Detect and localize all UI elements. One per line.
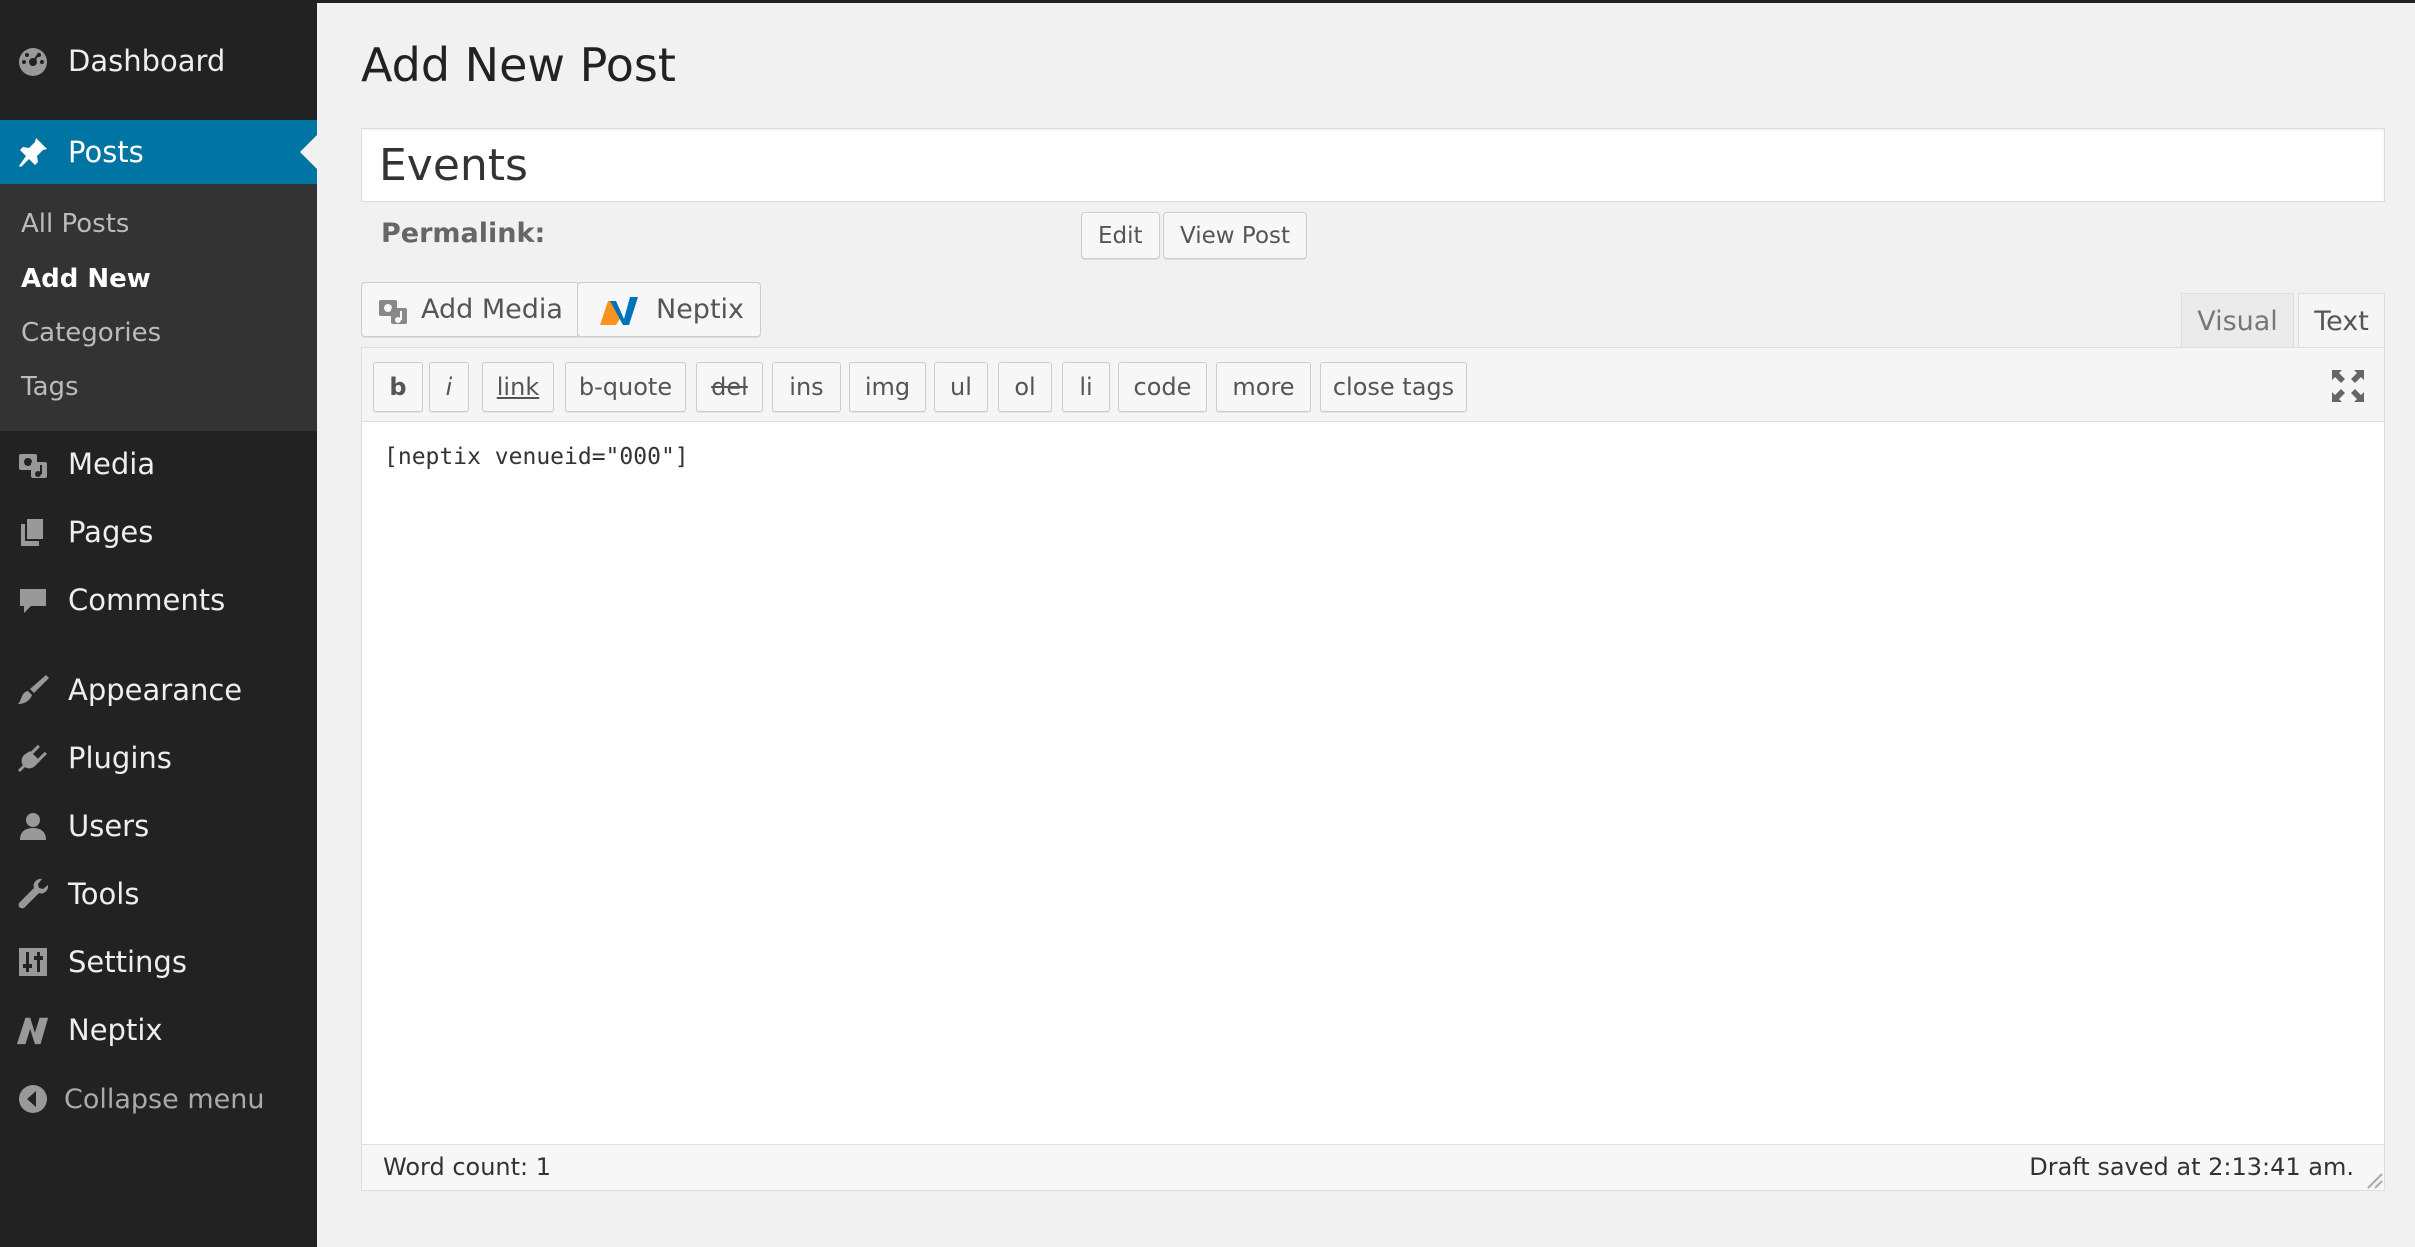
collapse-menu-label: Collapse menu	[64, 1083, 265, 1115]
comment-icon	[16, 583, 50, 617]
submenu-item-tags[interactable]: Tags	[21, 372, 79, 402]
sidebar-item-neptix[interactable]: Neptix	[0, 1000, 317, 1060]
submenu-item-add-new[interactable]: Add New	[21, 264, 151, 294]
post-title-input[interactable]	[361, 128, 2385, 202]
submenu-item-all-posts[interactable]: All Posts	[21, 209, 129, 239]
neptix-logo-icon	[16, 1013, 50, 1047]
sidebar-item-users[interactable]: Users	[0, 796, 317, 856]
sidebar-item-label: Comments	[68, 583, 226, 617]
qt-ol-button[interactable]: ol	[998, 362, 1052, 412]
sidebar-item-settings[interactable]: Settings	[0, 932, 317, 992]
sidebar-item-posts[interactable]: Posts	[0, 120, 317, 184]
resize-handle-icon[interactable]	[2362, 1168, 2384, 1190]
add-media-button[interactable]: Add Media	[361, 282, 580, 337]
qt-li-button[interactable]: li	[1062, 362, 1110, 412]
media-icon	[376, 293, 410, 327]
permalink-label: Permalink:	[381, 218, 546, 249]
paintbrush-icon	[16, 673, 50, 707]
view-post-button[interactable]: View Post	[1163, 212, 1308, 259]
submenu-item-categories[interactable]: Categories	[21, 318, 161, 348]
sidebar-item-comments[interactable]: Comments	[0, 570, 317, 630]
collapse-menu-button[interactable]: Collapse menu	[0, 1071, 317, 1127]
sidebar-item-label: Pages	[68, 515, 154, 549]
pin-icon	[16, 135, 50, 169]
plug-icon	[16, 741, 50, 775]
sidebar-item-plugins[interactable]: Plugins	[0, 728, 317, 788]
sidebar-item-label: Neptix	[68, 1013, 163, 1047]
editor-status-bar: Word count: 1 Draft saved at 2:13:41 am.	[362, 1144, 2384, 1190]
sidebar-item-label: Media	[68, 447, 156, 481]
posts-submenu: All Posts Add New Categories Tags	[0, 184, 317, 431]
sidebar-item-appearance[interactable]: Appearance	[0, 660, 317, 720]
dashboard-icon	[16, 44, 50, 78]
pages-icon	[16, 515, 50, 549]
sidebar-item-label: Tools	[68, 877, 140, 911]
sidebar-item-pages[interactable]: Pages	[0, 502, 317, 562]
neptix-button[interactable]: Neptix	[577, 282, 762, 337]
sidebar-item-label: Appearance	[68, 673, 243, 707]
user-icon	[16, 809, 50, 843]
neptix-logo-icon	[598, 293, 640, 327]
qt-ul-button[interactable]: ul	[934, 362, 988, 412]
neptix-button-label: Neptix	[656, 294, 745, 325]
admin-sidebar: Dashboard Posts All Posts Add New Catego…	[0, 0, 317, 1247]
tab-text[interactable]: Text	[2298, 293, 2385, 349]
sliders-icon	[16, 945, 50, 979]
sidebar-item-label: Plugins	[68, 741, 172, 775]
fullscreen-icon[interactable]	[2330, 368, 2366, 404]
media-icon	[16, 447, 50, 481]
draft-saved-status: Draft saved at 2:13:41 am.	[2029, 1153, 2354, 1181]
qt-bold-button[interactable]: b	[373, 362, 423, 412]
qt-link-button[interactable]: link	[482, 362, 554, 412]
sidebar-item-label: Users	[68, 809, 150, 843]
sidebar-item-dashboard[interactable]: Dashboard	[0, 31, 317, 91]
qt-close-tags-button[interactable]: close tags	[1320, 362, 1467, 412]
sidebar-item-label: Dashboard	[68, 44, 226, 78]
qt-code-button[interactable]: code	[1118, 362, 1207, 412]
edit-permalink-button[interactable]: Edit	[1081, 212, 1160, 259]
sidebar-item-media[interactable]: Media	[0, 434, 317, 494]
post-editor: b i link b-quote del ins img ul ol li co…	[361, 347, 2385, 1191]
qt-blockquote-button[interactable]: b-quote	[565, 362, 686, 412]
qt-more-button[interactable]: more	[1216, 362, 1311, 412]
sidebar-item-label: Posts	[68, 135, 144, 169]
quicktags-toolbar: b i link b-quote del ins img ul ol li co…	[362, 348, 2384, 422]
tab-visual[interactable]: Visual	[2181, 293, 2294, 348]
page-title: Add New Post	[361, 38, 676, 92]
word-count: Word count: 1	[383, 1153, 552, 1181]
qt-del-button[interactable]: del	[696, 362, 763, 412]
wrench-icon	[16, 877, 50, 911]
qt-ins-button[interactable]: ins	[772, 362, 841, 412]
top-border	[317, 0, 2415, 3]
qt-italic-button[interactable]: i	[429, 362, 469, 412]
collapse-arrow-icon	[16, 1082, 50, 1116]
sidebar-item-label: Settings	[68, 945, 187, 979]
sidebar-item-tools[interactable]: Tools	[0, 864, 317, 924]
qt-img-button[interactable]: img	[849, 362, 926, 412]
add-media-label: Add Media	[421, 294, 563, 325]
post-content-textarea[interactable]: [neptix venueid="000"]	[362, 422, 2384, 1142]
